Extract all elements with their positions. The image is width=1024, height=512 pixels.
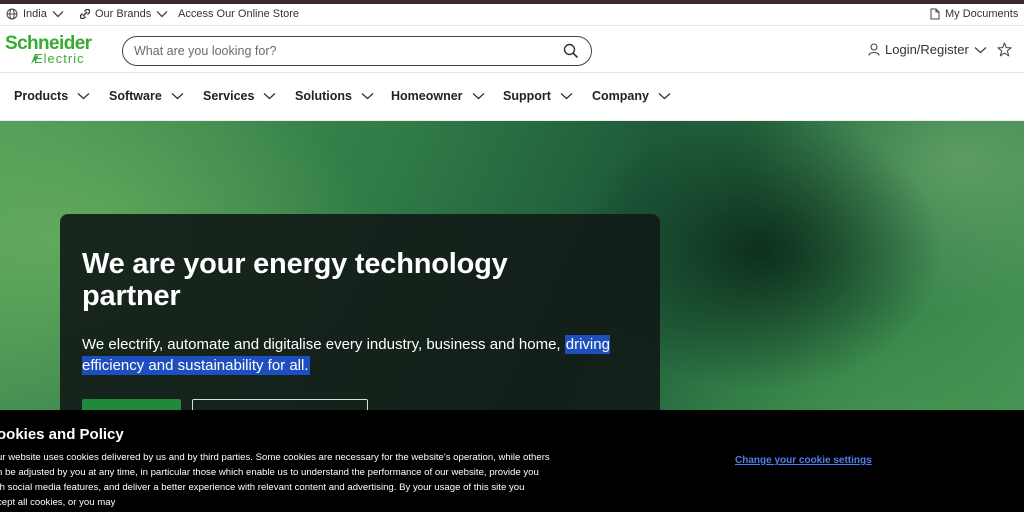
chevron-down-icon <box>361 93 374 100</box>
nav-label: Products <box>14 89 69 103</box>
chevron-down-icon <box>658 93 671 100</box>
nav-item-solutions[interactable]: Solutions <box>295 89 374 103</box>
cookie-text: ur website uses cookies delivered by us … <box>0 450 567 510</box>
hero-description: We electrify, automate and digitalise ev… <box>82 334 642 376</box>
link-icon <box>80 9 90 19</box>
nav-label: Company <box>592 89 649 103</box>
hero-description-text: We electrify, automate and digitalise ev… <box>82 336 565 353</box>
nav-item-company[interactable]: Company <box>592 89 671 103</box>
search-box[interactable] <box>122 36 592 66</box>
login-register-label: Login/Register <box>885 42 969 57</box>
country-label: India <box>23 8 47 20</box>
online-store-label: Access Our Online Store <box>178 8 300 20</box>
nav-label: Solutions <box>295 89 352 103</box>
our-brands-menu[interactable]: Our Brands <box>80 8 168 20</box>
favorites-star-icon[interactable] <box>997 42 1012 57</box>
nav-item-services[interactable]: Services <box>203 89 276 103</box>
chevron-down-icon <box>52 11 64 18</box>
cookie-text-line: n be adjusted by you at any time, in par… <box>0 467 539 478</box>
chevron-down-icon <box>472 93 484 100</box>
main-navigation: Products Software Services Solutions Hom… <box>0 74 1024 121</box>
chevron-down-icon <box>264 93 276 100</box>
cookie-text-line: ur website uses cookies delivered by us … <box>0 452 550 463</box>
globe-icon <box>6 8 18 20</box>
online-store-link[interactable]: Access Our Online Store <box>178 8 299 20</box>
my-documents-link[interactable]: My Documents <box>930 8 1018 20</box>
nav-label: Services <box>203 89 255 103</box>
my-documents-label: My Documents <box>945 8 1019 20</box>
nav-label: Support <box>503 89 551 103</box>
search-icon[interactable] <box>563 43 579 59</box>
nav-label: Software <box>109 89 162 103</box>
nav-item-products[interactable]: Products <box>14 89 90 103</box>
country-selector[interactable]: India <box>6 8 64 20</box>
search-input[interactable] <box>134 43 554 59</box>
nav-item-homeowner[interactable]: Homeowner <box>391 89 485 103</box>
cookie-title: ookies and Policy <box>0 426 124 443</box>
cookie-settings-link[interactable]: Change your cookie settings <box>735 455 872 466</box>
login-register-menu[interactable]: Login/Register <box>868 42 987 57</box>
chevron-down-icon <box>560 93 573 100</box>
hero-title: We are your energy technology partner <box>82 248 508 312</box>
site-header: Schneider Electric Login/Register <box>0 27 1024 73</box>
logo-subtitle: Electric <box>34 51 85 66</box>
cookie-text-line: th social media features, and deliver a … <box>0 482 525 493</box>
document-icon <box>930 8 940 20</box>
user-icon <box>868 43 880 56</box>
schneider-electric-logo[interactable]: Schneider Electric <box>5 34 105 68</box>
chevron-down-icon <box>974 46 987 53</box>
our-brands-label: Our Brands <box>95 8 152 20</box>
nav-item-software[interactable]: Software <box>109 89 184 103</box>
chevron-down-icon <box>156 11 168 18</box>
chevron-down-icon <box>77 93 90 100</box>
utility-bar: India Our Brands Access Our Online Store… <box>0 4 1024 26</box>
cookie-text-line: cept all cookies, or you may <box>0 497 116 508</box>
chevron-down-icon <box>171 93 184 100</box>
nav-item-support[interactable]: Support <box>503 89 573 103</box>
nav-label: Homeowner <box>391 89 463 103</box>
cookie-banner: ookies and Policy ur website uses cookie… <box>0 410 1024 512</box>
